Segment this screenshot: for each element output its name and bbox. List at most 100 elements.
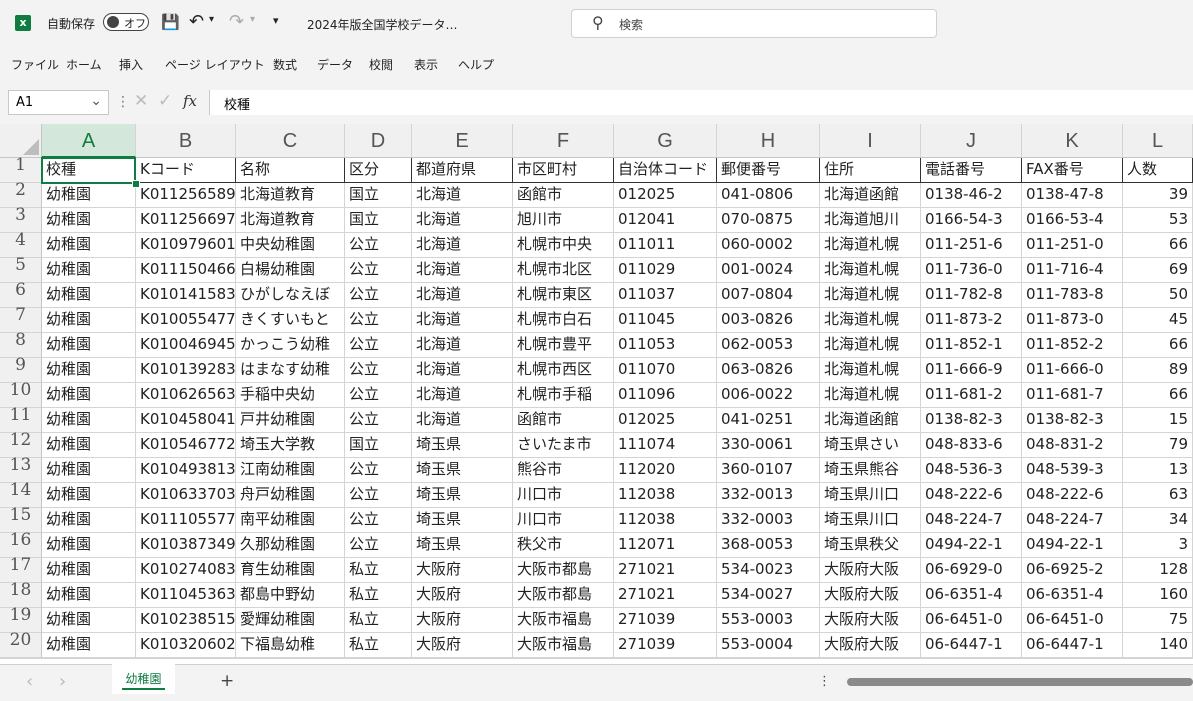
prev-sheet-icon[interactable]: ‹ xyxy=(26,671,33,692)
cell-i13[interactable]: 埼玉県熊谷 xyxy=(820,458,921,483)
cell-g12[interactable]: 111074 xyxy=(614,433,717,458)
redo-icon[interactable]: ↷ xyxy=(229,11,244,32)
cell-g16[interactable]: 112071 xyxy=(614,533,717,558)
cell-a3[interactable]: 幼稚園 xyxy=(42,208,136,233)
cell-k17[interactable]: 06-6925-2 xyxy=(1022,558,1123,583)
cell-c8[interactable]: かっこう幼稚 xyxy=(236,333,345,358)
cell-b20[interactable]: K010320602 xyxy=(136,633,236,658)
cell-a10[interactable]: 幼稚園 xyxy=(42,383,136,408)
cell-l3[interactable]: 53 xyxy=(1123,208,1193,233)
cell-f10[interactable]: 札幌市手稲 xyxy=(513,383,614,408)
cell-f7[interactable]: 札幌市白石 xyxy=(513,308,614,333)
cell-j19[interactable]: 06-6451-0 xyxy=(921,608,1022,633)
cell-i17[interactable]: 大阪府大阪 xyxy=(820,558,921,583)
cell-a4[interactable]: 幼稚園 xyxy=(42,233,136,258)
cell-f19[interactable]: 大阪市福島 xyxy=(513,608,614,633)
cell-g6[interactable]: 011037 xyxy=(614,283,717,308)
cell-e16[interactable]: 埼玉県 xyxy=(412,533,513,558)
cell-i12[interactable]: 埼玉県さい xyxy=(820,433,921,458)
tab-review[interactable]: 校閲 xyxy=(369,56,393,73)
customize-qat-icon[interactable]: ▾ xyxy=(273,14,279,27)
cell-d17[interactable]: 私立 xyxy=(345,558,412,583)
cell-e8[interactable]: 北海道 xyxy=(412,333,513,358)
cell-g19[interactable]: 271039 xyxy=(614,608,717,633)
cell-c18[interactable]: 都島中野幼 xyxy=(236,583,345,608)
cell-l15[interactable]: 34 xyxy=(1123,508,1193,533)
cell-i6[interactable]: 北海道札幌 xyxy=(820,283,921,308)
cell-h1[interactable]: 郵便番号 xyxy=(717,158,820,183)
cell-e15[interactable]: 埼玉県 xyxy=(412,508,513,533)
cell-i8[interactable]: 北海道札幌 xyxy=(820,333,921,358)
cell-l4[interactable]: 66 xyxy=(1123,233,1193,258)
formula-input[interactable]: 校種 xyxy=(209,90,1193,115)
column-header-c[interactable]: C xyxy=(236,124,345,158)
cell-k15[interactable]: 048-224-7 xyxy=(1022,508,1123,533)
cell-k3[interactable]: 0166-53-4 xyxy=(1022,208,1123,233)
cell-h7[interactable]: 003-0826 xyxy=(717,308,820,333)
cell-l2[interactable]: 39 xyxy=(1123,183,1193,208)
cell-g11[interactable]: 012025 xyxy=(614,408,717,433)
cell-e17[interactable]: 大阪府 xyxy=(412,558,513,583)
cell-h6[interactable]: 007-0804 xyxy=(717,283,820,308)
cell-c17[interactable]: 育生幼稚園 xyxy=(236,558,345,583)
cell-j8[interactable]: 011-852-1 xyxy=(921,333,1022,358)
cell-l1[interactable]: 人数 xyxy=(1123,158,1193,183)
save-icon[interactable]: 💾 xyxy=(161,13,180,31)
cell-e20[interactable]: 大阪府 xyxy=(412,633,513,658)
cell-a17[interactable]: 幼稚園 xyxy=(42,558,136,583)
cell-i11[interactable]: 北海道函館 xyxy=(820,408,921,433)
cell-g3[interactable]: 012041 xyxy=(614,208,717,233)
cell-b16[interactable]: K010387349 xyxy=(136,533,236,558)
cell-c16[interactable]: 久那幼稚園 xyxy=(236,533,345,558)
cell-b10[interactable]: K010626563 xyxy=(136,383,236,408)
cell-i15[interactable]: 埼玉県川口 xyxy=(820,508,921,533)
cell-j7[interactable]: 011-873-2 xyxy=(921,308,1022,333)
cell-g13[interactable]: 112020 xyxy=(614,458,717,483)
cell-a6[interactable]: 幼稚園 xyxy=(42,283,136,308)
cell-a12[interactable]: 幼稚園 xyxy=(42,433,136,458)
tab-view[interactable]: 表示 xyxy=(414,56,438,73)
next-sheet-icon[interactable]: › xyxy=(59,671,66,692)
cell-i10[interactable]: 北海道札幌 xyxy=(820,383,921,408)
column-header-j[interactable]: J xyxy=(921,124,1022,158)
tab-page-layout[interactable]: ページ レイアウト xyxy=(165,56,265,73)
column-header-b[interactable]: B xyxy=(136,124,236,158)
cell-i16[interactable]: 埼玉県秩父 xyxy=(820,533,921,558)
column-header-h[interactable]: H xyxy=(717,124,820,158)
cell-k18[interactable]: 06-6351-4 xyxy=(1022,583,1123,608)
cell-i20[interactable]: 大阪府大阪 xyxy=(820,633,921,658)
cell-c19[interactable]: 愛輝幼稚園 xyxy=(236,608,345,633)
insert-function-icon[interactable]: fx xyxy=(183,92,197,110)
cell-k20[interactable]: 06-6447-1 xyxy=(1022,633,1123,658)
cell-c13[interactable]: 江南幼稚園 xyxy=(236,458,345,483)
cell-b5[interactable]: K011150466 xyxy=(136,258,236,283)
name-box[interactable]: A1 ⌄ xyxy=(8,90,109,115)
cell-k5[interactable]: 011-716-4 xyxy=(1022,258,1123,283)
cell-i9[interactable]: 北海道札幌 xyxy=(820,358,921,383)
cell-d8[interactable]: 公立 xyxy=(345,333,412,358)
column-header-l[interactable]: L xyxy=(1123,124,1193,158)
cell-e5[interactable]: 北海道 xyxy=(412,258,513,283)
cell-f6[interactable]: 札幌市東区 xyxy=(513,283,614,308)
cell-b3[interactable]: K011256697 xyxy=(136,208,236,233)
cell-j4[interactable]: 011-251-6 xyxy=(921,233,1022,258)
tab-file[interactable]: ファイル xyxy=(11,56,59,73)
cell-e19[interactable]: 大阪府 xyxy=(412,608,513,633)
cell-j2[interactable]: 0138-46-2 xyxy=(921,183,1022,208)
cell-a8[interactable]: 幼稚園 xyxy=(42,333,136,358)
cell-f13[interactable]: 熊谷市 xyxy=(513,458,614,483)
cell-c9[interactable]: はまなす幼稚 xyxy=(236,358,345,383)
cell-f18[interactable]: 大阪市都島 xyxy=(513,583,614,608)
cell-a19[interactable]: 幼稚園 xyxy=(42,608,136,633)
select-all-corner[interactable] xyxy=(0,124,42,158)
undo-icon[interactable]: ↶ xyxy=(189,11,204,32)
cell-f12[interactable]: さいたま市 xyxy=(513,433,614,458)
cell-k12[interactable]: 048-831-2 xyxy=(1022,433,1123,458)
cell-a7[interactable]: 幼稚園 xyxy=(42,308,136,333)
cell-a1[interactable]: 校種 xyxy=(42,158,136,183)
cell-g15[interactable]: 112038 xyxy=(614,508,717,533)
column-header-f[interactable]: F xyxy=(513,124,614,158)
cell-c11[interactable]: 戸井幼稚園 xyxy=(236,408,345,433)
cell-d11[interactable]: 公立 xyxy=(345,408,412,433)
cell-d15[interactable]: 公立 xyxy=(345,508,412,533)
